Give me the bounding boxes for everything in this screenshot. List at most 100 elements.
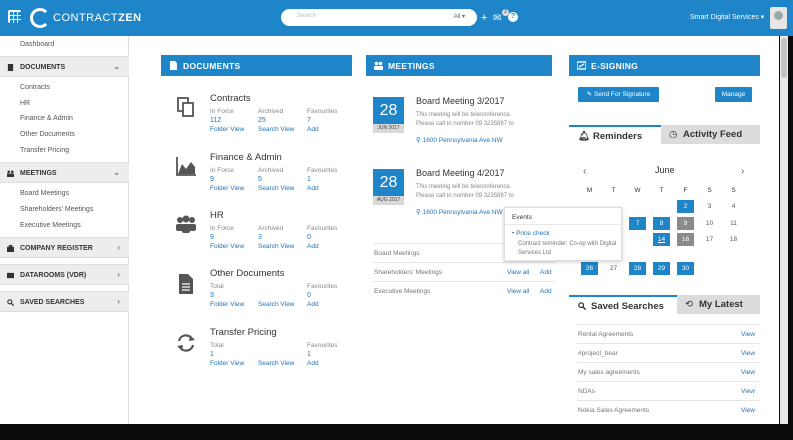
sidebar-section-meetings[interactable]: MEETINGS ⌄: [0, 162, 129, 183]
view-link[interactable]: View: [741, 369, 755, 376]
search-scope-dropdown[interactable]: All ▾: [454, 13, 465, 20]
calendar-day[interactable]: 16: [677, 233, 694, 246]
calendar-day[interactable]: 8: [653, 217, 670, 230]
folder-view-link[interactable]: Folder View: [210, 126, 244, 133]
view-all-link[interactable]: View all: [507, 269, 529, 276]
stat-value[interactable]: 9: [210, 234, 214, 241]
manage-button[interactable]: Manage: [715, 87, 752, 102]
add-meeting-link[interactable]: Add: [540, 288, 552, 295]
view-link[interactable]: View: [741, 331, 755, 338]
calendar-prev-icon[interactable]: ‹: [583, 166, 586, 177]
clock-icon: ◷: [669, 129, 678, 140]
calendar-day[interactable]: 17: [701, 233, 718, 246]
view-all-link[interactable]: View all: [507, 288, 529, 295]
calendar-day[interactable]: 2: [677, 200, 694, 213]
stat-label: Archived: [258, 167, 284, 174]
stat-value[interactable]: 3: [210, 292, 214, 299]
sidebar-section-documents[interactable]: DOCUMENTS ⌄: [0, 56, 129, 77]
sidebar-item-transfer-pricing[interactable]: Transfer Pricing: [20, 147, 69, 154]
add-favourite-link[interactable]: Add: [307, 243, 319, 250]
calendar-day[interactable]: 3: [701, 200, 718, 213]
sidebar-section-saved-searches[interactable]: SAVED SEARCHES ›: [0, 291, 129, 312]
calendar-next-icon[interactable]: ›: [741, 166, 744, 177]
stat-value[interactable]: 9: [210, 176, 214, 183]
search-view-link[interactable]: Search View: [258, 126, 294, 133]
tab-label: My Latest: [699, 299, 743, 310]
search-view-link[interactable]: Search View: [258, 301, 294, 308]
meeting-title-link[interactable]: Board Meeting 4/2017: [416, 168, 505, 178]
add-favourite-link[interactable]: Add: [307, 360, 319, 367]
calendar-day[interactable]: 10: [701, 217, 718, 230]
scrollbar-thumb[interactable]: [781, 38, 787, 78]
tab-saved-searches[interactable]: Saved Searches: [569, 295, 677, 314]
stat-value[interactable]: 1: [307, 351, 311, 358]
meeting-location[interactable]: ⚲ 1600 Pennsylvania Ave NW: [416, 136, 503, 144]
stat-value[interactable]: 0: [307, 292, 311, 299]
sidebar-item-dashboard[interactable]: Dashboard: [20, 41, 54, 48]
calendar-day[interactable]: 27: [605, 262, 622, 275]
stat-value[interactable]: 1: [307, 176, 311, 183]
sidebar-item-board-meetings[interactable]: Board Meetings: [20, 190, 69, 197]
folder-view-link[interactable]: Folder View: [210, 185, 244, 192]
calendar-day[interactable]: 29: [653, 262, 670, 275]
stat-value[interactable]: 3: [258, 234, 262, 241]
calendar-day[interactable]: 26: [581, 262, 598, 275]
calendar-day[interactable]: 30: [677, 262, 694, 275]
add-favourite-link[interactable]: Add: [307, 185, 319, 192]
search-view-link[interactable]: Search View: [258, 185, 294, 192]
stat-value[interactable]: 25: [258, 117, 266, 124]
meeting-location[interactable]: ⚲ 1600 Pennsylvania Ave NW: [416, 208, 503, 216]
tab-activity-feed[interactable]: ◷ Activity Feed: [661, 125, 760, 144]
app-grid-icon[interactable]: [8, 10, 21, 23]
add-meeting-link[interactable]: Add: [540, 269, 552, 276]
tab-reminders[interactable]: 🔔︎ Reminders: [569, 125, 661, 144]
plus-icon[interactable]: +: [481, 12, 487, 24]
calendar-day[interactable]: 9: [677, 217, 694, 230]
sidebar-item-hr[interactable]: HR: [20, 100, 30, 107]
add-favourite-link[interactable]: Add: [307, 301, 319, 308]
search-view-link[interactable]: Search View: [258, 243, 294, 250]
sidebar-item-contracts[interactable]: Contracts: [20, 84, 50, 91]
sidebar-item-shareholders-meetings[interactable]: Shareholders' Meetings: [20, 206, 93, 213]
stat-value[interactable]: 5: [258, 176, 262, 183]
folder-view-link[interactable]: Folder View: [210, 360, 244, 367]
search-input[interactable]: Search All ▾: [281, 9, 477, 26]
sidebar-section-datarooms[interactable]: DATAROOMS (VDR) ›: [0, 264, 129, 285]
sidebar-item-other-documents[interactable]: Other Documents: [20, 131, 75, 138]
help-icon[interactable]: ?: [508, 12, 518, 22]
company-selector[interactable]: Smart Digital Services ▾: [690, 13, 764, 21]
calendar-day[interactable]: 18: [725, 233, 742, 246]
view-link[interactable]: View: [741, 407, 755, 414]
stat-value[interactable]: 112: [210, 117, 221, 124]
meeting-title-link[interactable]: Board Meeting 3/2017: [416, 96, 505, 106]
mail-icon[interactable]: ✉: [493, 13, 501, 25]
add-favourite-link[interactable]: Add: [307, 126, 319, 133]
view-link[interactable]: View: [741, 350, 755, 357]
view-link[interactable]: View: [741, 388, 755, 395]
calendar-day[interactable]: 11: [725, 217, 742, 230]
send-for-signature-button[interactable]: ✎ Send For Signature: [578, 87, 659, 102]
stat-label: Favourites: [307, 283, 338, 290]
doc-category-title: Other Documents: [210, 268, 285, 279]
stat-value[interactable]: 7: [307, 117, 311, 124]
stat-value[interactable]: 1: [210, 351, 214, 358]
avatar[interactable]: [770, 7, 787, 29]
sidebar-item-executive-meetings[interactable]: Executive Meetings: [20, 222, 81, 229]
stat-label: Favourites: [307, 342, 338, 349]
folder-view-link[interactable]: Folder View: [210, 243, 244, 250]
stat-label: In Force: [210, 167, 234, 174]
calendar-day[interactable]: 7: [629, 217, 646, 230]
tab-my-latest[interactable]: ⟲ My Latest: [677, 295, 760, 314]
calendar-day[interactable]: 14: [653, 233, 670, 246]
scrollbar[interactable]: [780, 36, 788, 424]
calendar-day[interactable]: 4: [725, 200, 742, 213]
sidebar-section-company-register[interactable]: COMPANY REGISTER ›: [0, 237, 129, 258]
calendar-day[interactable]: 28: [629, 262, 646, 275]
event-item-link[interactable]: • Price check: [512, 230, 550, 237]
stat-value[interactable]: 0: [307, 234, 311, 241]
sidebar-item-finance-admin[interactable]: Finance & Admin: [20, 115, 73, 122]
contractzen-logo[interactable]: CONTRACTZEN: [30, 6, 142, 30]
search-view-link[interactable]: Search View: [258, 360, 294, 367]
stat-label: In Force: [210, 108, 234, 115]
folder-view-link[interactable]: Folder View: [210, 301, 244, 308]
